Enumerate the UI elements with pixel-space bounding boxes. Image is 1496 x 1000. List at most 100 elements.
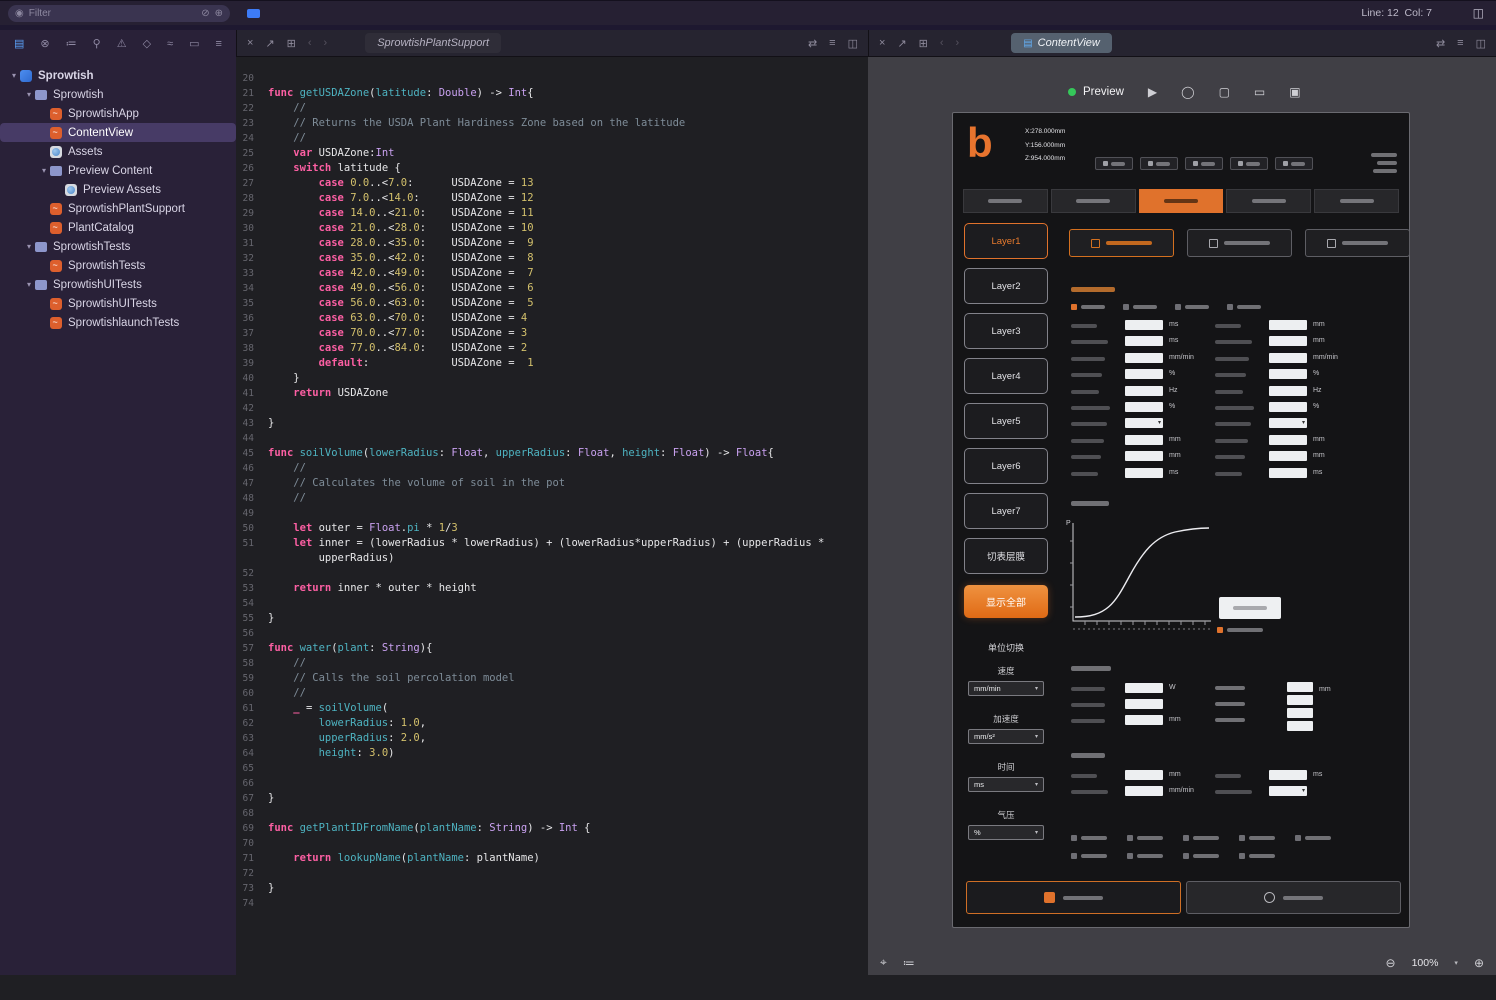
code-line[interactable]: 41 return USDAZone xyxy=(236,386,868,401)
sidebar-item-sprowtishlaunchtests[interactable]: SprowtishlaunchTests xyxy=(0,313,236,332)
source-control-icon[interactable]: ⊗ xyxy=(40,37,49,50)
param-input[interactable] xyxy=(1269,770,1307,780)
code-line[interactable]: 55} xyxy=(236,611,868,626)
code-line[interactable]: 37 case 70.0..<77.0: USDAZone = 3 xyxy=(236,326,868,341)
code-line[interactable]: 45func soilVolume(lowerRadius: Float, up… xyxy=(236,446,868,461)
param-input[interactable] xyxy=(1125,786,1163,796)
play-preview-icon[interactable]: ▶ xyxy=(1148,85,1157,99)
param-input[interactable] xyxy=(1269,353,1307,363)
code-line[interactable]: 20 xyxy=(236,71,868,86)
close-editor-icon[interactable]: × xyxy=(879,37,885,49)
minimap-icon[interactable]: ≡ xyxy=(1457,37,1463,49)
param-input[interactable] xyxy=(1125,336,1163,346)
code-line[interactable]: 29 case 14.0..<21.0: USDAZone = 11 xyxy=(236,206,868,221)
code-line[interactable]: 59 // Calls the soil percolation model xyxy=(236,671,868,686)
find-icon[interactable]: ⚲ xyxy=(93,37,101,50)
code-line[interactable]: 70 xyxy=(236,836,868,851)
code-line[interactable]: 46 // xyxy=(236,461,868,476)
code-line[interactable]: 57func water(plant: String){ xyxy=(236,641,868,656)
code-line[interactable]: 34 case 49.0..<56.0: USDAZone = 6 xyxy=(236,281,868,296)
code-line[interactable]: 69func getPlantIDFromName(plantName: Str… xyxy=(236,821,868,836)
device-tab[interactable] xyxy=(1314,189,1399,213)
tab-contentview[interactable]: ▤ ContentView xyxy=(1011,33,1112,53)
zoom-out-icon[interactable]: ⊖ xyxy=(1386,956,1396,970)
header-tool-button[interactable] xyxy=(1185,157,1223,170)
code-line[interactable]: 42 xyxy=(236,401,868,416)
sidebar-item-sprowtishuitests[interactable]: SprowtishUITests xyxy=(0,294,236,313)
code-line[interactable]: 23 // Returns the USDA Plant Hardiness Z… xyxy=(236,116,868,131)
code-line[interactable]: 38 case 77.0..<84.0: USDAZone = 2 xyxy=(236,341,868,356)
check-item[interactable] xyxy=(1183,853,1219,859)
tool-button[interactable] xyxy=(1305,229,1410,257)
unit-select[interactable]: mm/s²▾ xyxy=(968,729,1044,744)
minimap-icon[interactable]: ≡ xyxy=(829,37,835,49)
layer-button[interactable]: Layer7 xyxy=(964,493,1048,529)
device-tab[interactable] xyxy=(963,189,1048,213)
check-item[interactable] xyxy=(1071,853,1107,859)
swap-editor-icon[interactable]: ⇄ xyxy=(1436,37,1445,50)
forward-icon[interactable]: › xyxy=(956,37,960,49)
bookmarks-icon[interactable]: ≔ xyxy=(66,37,77,50)
tool-button[interactable] xyxy=(1069,229,1174,257)
forward-icon[interactable]: › xyxy=(324,37,328,49)
panel-toggle-icon[interactable]: ◫ xyxy=(1473,6,1484,20)
tests-icon[interactable]: ◇ xyxy=(143,37,151,50)
code-line[interactable]: 28 case 7.0..<14.0: USDAZone = 12 xyxy=(236,191,868,206)
duplicate-icon[interactable]: ▣ xyxy=(1289,85,1300,99)
check-item[interactable] xyxy=(1071,835,1107,841)
disclosure-icon[interactable]: ▾ xyxy=(23,90,35,99)
sidebar-item-sprowtish[interactable]: ▾Sprowtish xyxy=(0,85,236,104)
sidebar-item-sprowtishtests[interactable]: ▾SprowtishTests xyxy=(0,237,236,256)
code-line[interactable]: 22 // xyxy=(236,101,868,116)
code-line[interactable]: 31 case 28.0..<35.0: USDAZone = 9 xyxy=(236,236,868,251)
tab-sprowtishplantsupport[interactable]: SprowtishPlantSupport xyxy=(365,33,501,53)
check-item[interactable] xyxy=(1127,835,1163,841)
check-item[interactable] xyxy=(1239,835,1275,841)
code-line[interactable]: 32 case 35.0..<42.0: USDAZone = 8 xyxy=(236,251,868,266)
code-line[interactable]: 51 let inner = (lowerRadius * lowerRadiu… xyxy=(236,536,868,566)
layer-button[interactable]: Layer1 xyxy=(964,223,1048,259)
device-tab[interactable] xyxy=(1051,189,1136,213)
issues-icon[interactable]: ⚠ xyxy=(117,37,127,50)
disclosure-icon[interactable]: ▾ xyxy=(8,71,20,80)
code-line[interactable]: 30 case 21.0..<28.0: USDAZone = 10 xyxy=(236,221,868,236)
option-item[interactable] xyxy=(1123,304,1157,310)
code-line[interactable]: 49 xyxy=(236,506,868,521)
show-all-button[interactable]: 显示全部 xyxy=(964,585,1048,618)
layer-button[interactable]: Layer6 xyxy=(964,448,1048,484)
inspector-toggle-icon[interactable]: ◫ xyxy=(1476,37,1486,50)
param-input[interactable] xyxy=(1125,451,1163,461)
check-item[interactable] xyxy=(1239,853,1275,859)
code-line[interactable]: 35 case 56.0..<63.0: USDAZone = 5 xyxy=(236,296,868,311)
param-input[interactable] xyxy=(1269,468,1307,478)
breakpoints-toggle[interactable] xyxy=(247,9,260,18)
zoom-level[interactable]: 100% xyxy=(1412,957,1439,969)
param-input[interactable] xyxy=(1125,715,1163,725)
check-item[interactable] xyxy=(1295,835,1331,841)
filter-add-icon[interactable]: ⊕ xyxy=(215,8,223,19)
close-editor-icon[interactable]: × xyxy=(247,37,253,49)
param-input[interactable] xyxy=(1287,682,1313,692)
device-tab[interactable] xyxy=(1139,189,1224,213)
header-tool-button[interactable] xyxy=(1095,157,1133,170)
code-line[interactable]: 71 return lookupName(plantName: plantNam… xyxy=(236,851,868,866)
pin-icon[interactable]: ⌖ xyxy=(880,955,887,970)
code-line[interactable]: 33 case 42.0..<49.0: USDAZone = 7 xyxy=(236,266,868,281)
code-line[interactable]: 62 lowerRadius: 1.0, xyxy=(236,716,868,731)
code-line[interactable]: 50 let outer = Float.pi * 1/3 xyxy=(236,521,868,536)
param-input[interactable] xyxy=(1269,336,1307,346)
breakpoints-icon[interactable]: ▭ xyxy=(189,37,199,50)
code-line[interactable]: 56 xyxy=(236,626,868,641)
reports-icon[interactable]: ≡ xyxy=(215,38,221,50)
param-input[interactable] xyxy=(1269,386,1307,396)
param-input[interactable] xyxy=(1125,386,1163,396)
sidebar-item-contentview[interactable]: ContentView xyxy=(0,123,236,142)
cut-layer-button[interactable]: 切表层膜 xyxy=(964,538,1048,574)
filter-input[interactable]: ◉ Filter ⊘ ⊕ xyxy=(8,5,230,22)
device-icon[interactable]: ▭ xyxy=(1254,85,1265,99)
param-input[interactable] xyxy=(1125,320,1163,330)
header-tool-button[interactable] xyxy=(1275,157,1313,170)
code-line[interactable]: 68 xyxy=(236,806,868,821)
expand-editor-icon[interactable]: ↗ xyxy=(897,37,906,50)
grid-icon[interactable]: ⊞ xyxy=(287,37,296,50)
